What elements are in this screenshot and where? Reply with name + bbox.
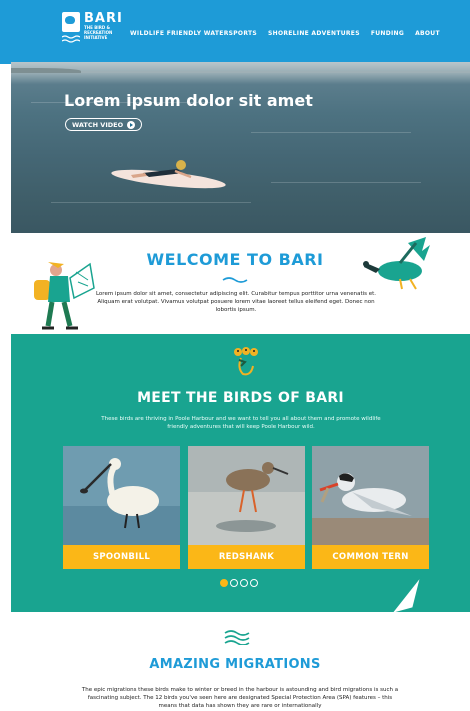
distant-shore: [11, 68, 81, 73]
bird-card-spoonbill[interactable]: SPOONBILL: [63, 446, 180, 569]
bird-card-label: SPOONBILL: [63, 545, 180, 569]
birds-intro-text: These birds are thriving in Poole Harbou…: [101, 416, 381, 430]
carousel-dot-3[interactable]: [240, 579, 248, 587]
redshank-photo: [188, 446, 305, 545]
birds-title: MEET THE BIRDS OF BARI: [137, 390, 344, 406]
bari-logo[interactable]: BARI THE BIRD & RECREATION INITIATIVE: [62, 12, 123, 43]
bird-card-label: COMMON TERN: [312, 545, 429, 569]
birds-section: MEET THE BIRDS OF BARI These birds are t…: [11, 334, 470, 653]
watch-video-button[interactable]: WATCH VIDEO: [65, 118, 143, 131]
watch-video-label: WATCH VIDEO: [72, 120, 124, 129]
carousel-dot-2[interactable]: [230, 579, 238, 587]
migrations-title: AMAZING MIGRATIONS: [149, 657, 321, 672]
main-nav: WILDLIFE FRIENDLY WATERSPORTS SHORELINE …: [130, 30, 451, 37]
nav-about[interactable]: ABOUT: [415, 30, 440, 37]
water-ripple: [51, 202, 251, 203]
migrations-text: The epic migrations these birds make to …: [81, 687, 399, 709]
waves-divider-icon: [224, 630, 250, 645]
common-tern-photo: [312, 446, 429, 545]
wave-divider-icon: [222, 277, 248, 283]
welcome-text: Lorem ipsum dolor sit amet, consectetur …: [95, 291, 377, 313]
waves-logo-icon: [62, 35, 80, 43]
paddler-figure: [131, 160, 192, 179]
water-ripple: [271, 182, 421, 183]
play-icon: [127, 120, 136, 129]
bird-card-label: REDSHANK: [188, 545, 305, 569]
logo-title: BARI: [84, 11, 123, 26]
nav-wildlife-friendly-watersports[interactable]: WILDLIFE FRIENDLY WATERSPORTS: [130, 30, 257, 37]
bird-card-redshank[interactable]: REDSHANK: [188, 446, 305, 569]
welcome-section: WELCOME TO BARI Lorem ipsum dolor sit am…: [0, 233, 470, 334]
carousel-dot-4[interactable]: [250, 579, 258, 587]
hero-banner: Lorem ipsum dolor sit amet WATCH VIDEO: [11, 62, 470, 233]
nav-funding[interactable]: FUNDING: [371, 30, 404, 37]
nav-shoreline-adventures[interactable]: SHORELINE ADVENTURES: [268, 30, 360, 37]
bird-card-common-tern[interactable]: COMMON TERN: [312, 446, 429, 569]
hero-title: Lorem ipsum dolor sit amet: [64, 91, 313, 110]
chicks-nest-icon: [234, 347, 258, 376]
spoonbill-photo: [63, 446, 180, 545]
goose-illustration-icon: [363, 237, 430, 290]
bird-logo-icon: [62, 12, 80, 32]
carousel-dot-1[interactable]: [220, 579, 228, 587]
water-ripple: [251, 132, 411, 133]
migrations-section: AMAZING MIGRATIONS The epic migrations t…: [0, 612, 470, 711]
logo-text: BARI THE BIRD & RECREATION INITIATIVE: [84, 12, 123, 40]
carousel-pagination: [220, 579, 258, 587]
logo-subtitle: THE BIRD & RECREATION INITIATIVE: [84, 25, 113, 40]
site-header: BARI THE BIRD & RECREATION INITIATIVE WI…: [0, 0, 470, 64]
